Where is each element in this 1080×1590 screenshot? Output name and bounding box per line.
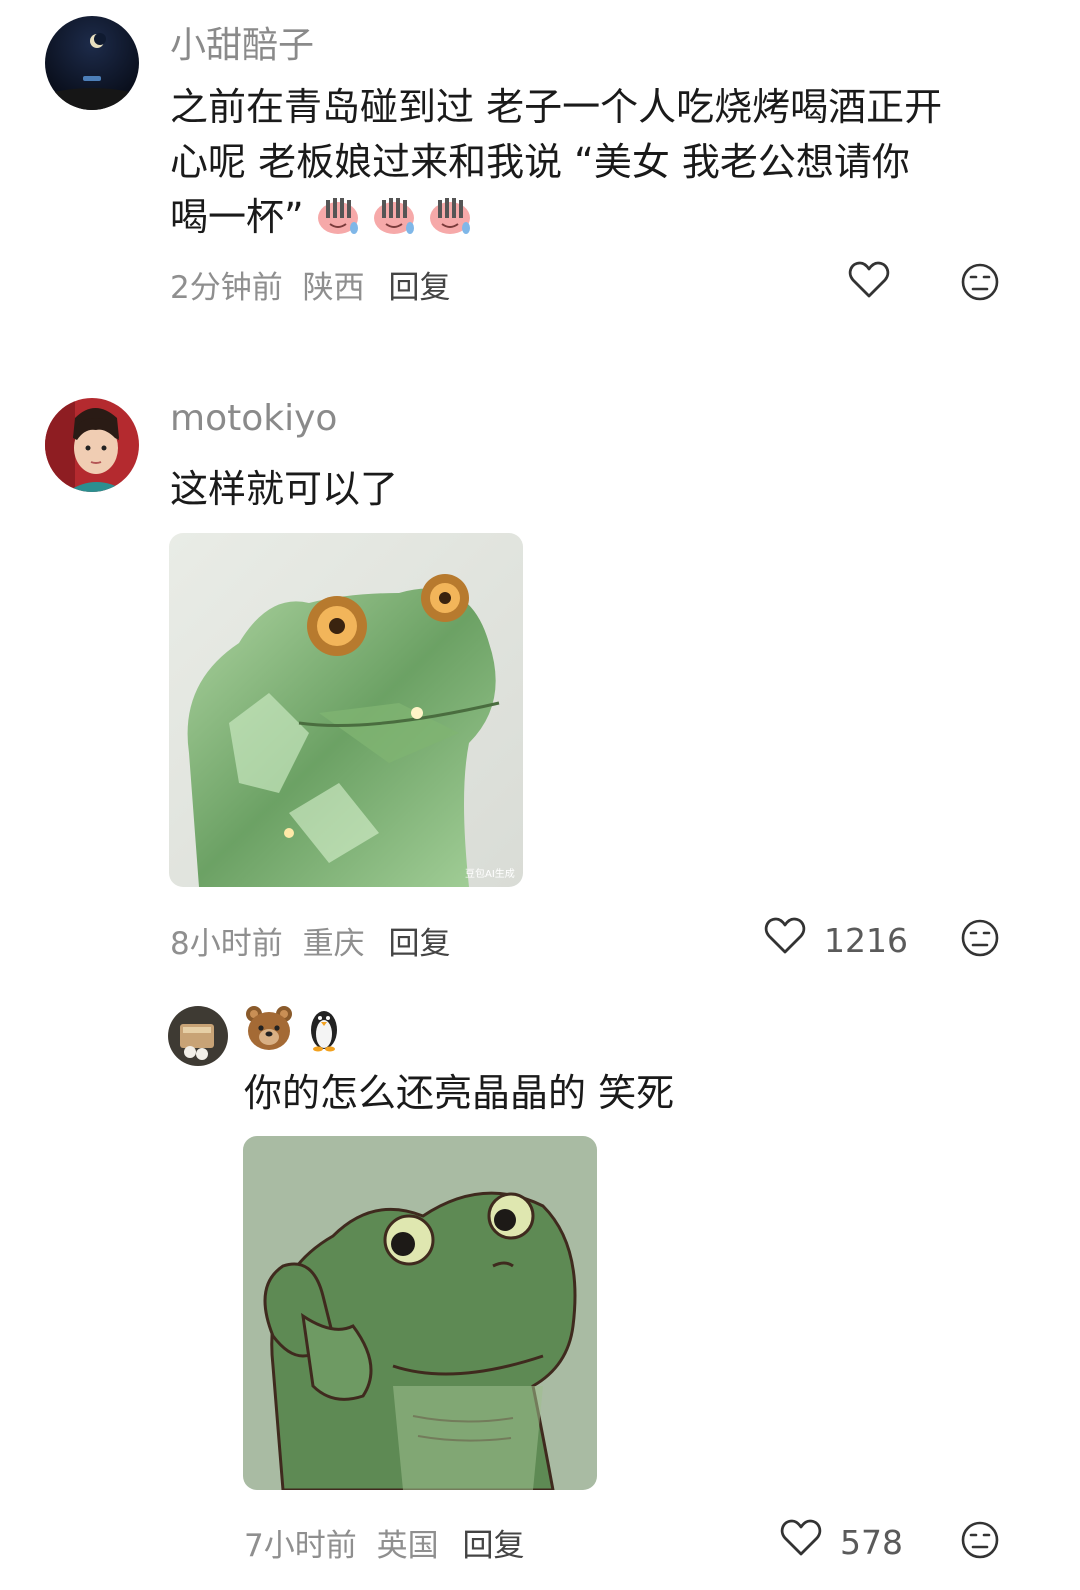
ai-watermark: 豆包AI生成 bbox=[465, 867, 515, 880]
cartoon-frog-image bbox=[243, 1136, 597, 1490]
dislike-button[interactable] bbox=[960, 918, 1000, 962]
crystal-frog-image: 豆包AI生成 bbox=[169, 533, 523, 887]
username[interactable]: 小甜醅子 bbox=[170, 16, 314, 68]
reply-button[interactable]: 回复 bbox=[462, 1528, 524, 1564]
comment-line-last: 喝一杯” bbox=[170, 190, 1030, 251]
username[interactable]: motokiyo bbox=[170, 398, 337, 439]
comment-line: 之前在青岛碰到过 老子一个人吃烧烤喝酒正开 bbox=[170, 85, 943, 129]
neutral-face-icon bbox=[960, 919, 1000, 962]
avatar[interactable] bbox=[45, 398, 139, 492]
comment-image[interactable]: 豆包AI生成 bbox=[169, 533, 523, 887]
comment-line: 心呢 老板娘过来和我说 “美女 我老公想请你 bbox=[170, 140, 910, 184]
location: 陕西 bbox=[302, 270, 365, 306]
timestamp: 2分钟前 bbox=[170, 270, 283, 306]
username-emojis[interactable] bbox=[244, 1004, 342, 1056]
comment-1: 小甜醅子 之前在青岛碰到过 老子一个人吃烧烤喝酒正开 心呢 老板娘过来和我说 “… bbox=[0, 0, 1080, 340]
sweat-laugh-emoji bbox=[428, 194, 472, 251]
like-button[interactable]: 578 bbox=[780, 1518, 903, 1566]
like-count: 1216 bbox=[824, 920, 908, 960]
reply-button[interactable]: 回复 bbox=[388, 926, 450, 962]
neutral-face-icon bbox=[960, 263, 1000, 306]
penguin-emoji bbox=[306, 1004, 342, 1056]
location: 英国 bbox=[376, 1528, 439, 1564]
comment-text: 之前在青岛碰到过 老子一个人吃烧烤喝酒正开 心呢 老板娘过来和我说 “美女 我老… bbox=[170, 80, 1030, 251]
heart-outline-icon bbox=[780, 1518, 822, 1566]
heart-outline-icon bbox=[764, 916, 806, 964]
location: 重庆 bbox=[302, 926, 365, 962]
sweat-laugh-emoji bbox=[372, 194, 416, 251]
like-button[interactable]: 1216 bbox=[764, 916, 908, 964]
heart-outline-icon bbox=[848, 260, 890, 308]
dislike-button[interactable] bbox=[960, 1520, 1000, 1564]
comment-2: motokiyo 这样就可以了 豆包AI生成 8小时前 重庆 回复 1216 bbox=[0, 390, 1080, 980]
comment-3-reply: 你的怎么还亮晶晶的 笑死 7小时前 英国 回复 578 bbox=[0, 1000, 1080, 1590]
neutral-face-icon bbox=[960, 1521, 1000, 1564]
sweat-laugh-emoji bbox=[316, 194, 360, 251]
comment-meta: 2分钟前 陕西 回复 bbox=[170, 262, 450, 307]
dislike-button[interactable] bbox=[960, 262, 1000, 306]
comment-text: 这样就可以了 bbox=[170, 467, 399, 511]
avatar[interactable] bbox=[45, 16, 139, 110]
comment-meta: 7小时前 英国 回复 bbox=[244, 1520, 524, 1565]
like-count: 578 bbox=[840, 1522, 903, 1562]
avatar[interactable] bbox=[168, 1006, 228, 1066]
comment-text: 你的怎么还亮晶晶的 笑死 bbox=[244, 1071, 675, 1115]
timestamp: 8小时前 bbox=[170, 926, 283, 962]
bear-emoji bbox=[244, 1004, 294, 1056]
comment-image[interactable] bbox=[243, 1136, 597, 1490]
comment-meta: 8小时前 重庆 回复 bbox=[170, 918, 450, 963]
timestamp: 7小时前 bbox=[244, 1528, 357, 1564]
like-button[interactable] bbox=[848, 260, 908, 308]
reply-button[interactable]: 回复 bbox=[388, 270, 450, 306]
